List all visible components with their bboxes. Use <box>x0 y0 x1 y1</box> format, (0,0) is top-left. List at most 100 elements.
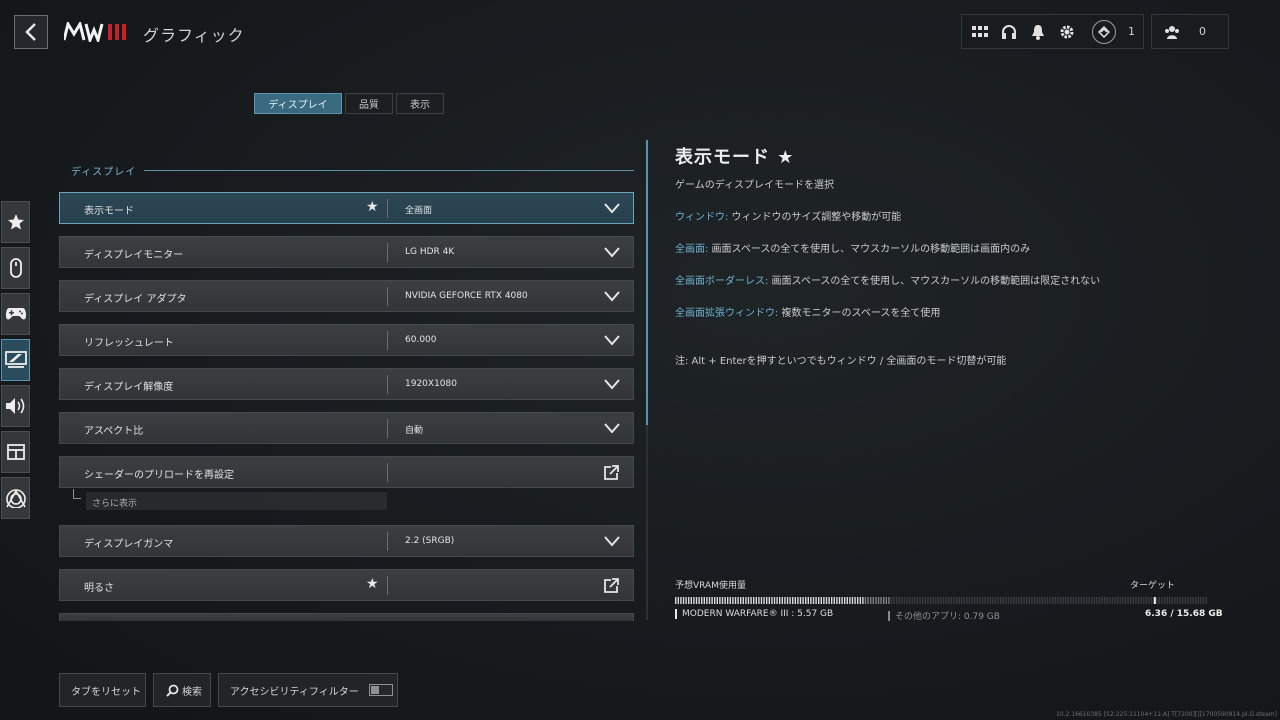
vram-bar-segment <box>981 597 984 604</box>
setting-label: リフレッシュレート <box>84 338 174 349</box>
show-more-link[interactable]: さらに表示 <box>70 489 387 512</box>
setting-display-adapter[interactable]: ディスプレイ アダプタ NVIDIA GEFORCE RTX 4080 <box>59 280 634 312</box>
vram-bar-segment <box>976 597 978 604</box>
rank-badge-icon[interactable] <box>1092 19 1116 44</box>
search-button[interactable]: 検索 <box>153 673 211 707</box>
row-separator <box>387 576 388 595</box>
vram-bar-segment <box>1117 597 1119 604</box>
rail-controller[interactable] <box>1 293 30 335</box>
external-link-icon <box>604 578 619 593</box>
vram-bar-segment <box>1109 597 1111 604</box>
vram-bar-segment <box>763 597 765 604</box>
rail-network[interactable] <box>1 477 30 519</box>
vram-bar-segment <box>1132 597 1134 604</box>
vram-bar-segment <box>802 597 804 604</box>
vram-bar-segment <box>922 597 924 604</box>
headset-icon[interactable] <box>997 20 1021 44</box>
friends-tray[interactable]: 0 <box>1151 14 1229 49</box>
vram-bar-segment <box>1137 597 1140 604</box>
setting-value: 自動 <box>405 426 424 436</box>
accessibility-label: アクセシビリティフィルター <box>230 686 359 698</box>
toggle-knob <box>370 686 379 694</box>
vram-bar-segment <box>818 597 820 604</box>
vram-bar-segment <box>919 597 921 604</box>
vram-bar-segment <box>1101 597 1103 604</box>
vram-bar-segment <box>1161 597 1163 604</box>
vram-bar-segment <box>1114 597 1116 604</box>
vram-bar-segment <box>950 597 952 604</box>
vram-bar-segment <box>1010 597 1012 604</box>
vram-bar-segment <box>755 597 757 604</box>
vram-bar-segment <box>1049 597 1051 604</box>
vram-bar-segment <box>1127 597 1129 604</box>
vram-bar-segment <box>768 597 770 604</box>
tab-display[interactable]: ディスプレイ <box>254 93 342 114</box>
vram-bar-segment <box>1031 597 1033 604</box>
rail-favorites[interactable] <box>1 201 30 243</box>
row-separator <box>387 419 388 438</box>
vram-bar-segment <box>1070 597 1072 604</box>
vram-bar-segment <box>870 597 872 604</box>
vram-bar-segment <box>1028 597 1030 604</box>
rail-graphics[interactable] <box>1 339 30 381</box>
detail-key: 全画面拡張ウィンドウ: <box>675 308 779 319</box>
scrollbar-thumb[interactable] <box>646 140 648 425</box>
friends-count: 0 <box>1199 25 1206 38</box>
vram-target-marker <box>1153 597 1156 604</box>
legend-tick <box>675 609 677 619</box>
settings-gear-icon[interactable] <box>1055 20 1079 44</box>
vram-label: 予想VRAM使用量 <box>675 581 746 591</box>
row-separator <box>387 331 388 350</box>
vram-bar-segment <box>1007 597 1010 604</box>
vram-bar-segment <box>750 597 752 604</box>
detail-key: 全画面: <box>675 244 709 255</box>
vram-bar-segment <box>734 597 737 604</box>
version-string: 10.2.16610385 [S2:225:11104+11:A] T[7200… <box>1056 711 1277 718</box>
back-button[interactable] <box>14 15 48 49</box>
reset-tab-button[interactable]: タブをリセット <box>59 673 146 707</box>
vram-bar-segment <box>914 597 916 604</box>
rail-mouse[interactable] <box>1 247 30 289</box>
rail-interface[interactable] <box>1 431 30 473</box>
vram-bar-segment <box>1184 597 1186 604</box>
favorite-star-icon[interactable]: ★ <box>366 576 379 592</box>
tab-view[interactable]: 表示 <box>396 93 444 114</box>
accessibility-filter-button[interactable]: アクセシビリティフィルター <box>218 673 398 707</box>
row-separator <box>387 287 388 306</box>
tab-quality[interactable]: 品質 <box>345 93 393 114</box>
grid-menu-icon[interactable] <box>968 20 992 44</box>
vram-bar-segment <box>1122 597 1124 604</box>
vram-bar-segment <box>927 597 929 604</box>
vram-bar-segment <box>864 597 867 604</box>
vram-bar-segment <box>706 597 708 604</box>
vram-bar-segment <box>703 597 705 604</box>
setting-display-monitor[interactable]: ディスプレイモニター LG HDR 4K <box>59 236 634 268</box>
vram-bar-segment <box>1176 597 1179 604</box>
detail-item-extended: 全画面拡張ウィンドウ: 複数モニターのスペースを全て使用 <box>675 304 940 319</box>
setting-label: ディスプレイ アダプタ <box>84 294 187 305</box>
vram-bar-segment <box>1143 597 1145 604</box>
setting-label: ディスプレイモニター <box>84 250 184 261</box>
vram-bar-segment <box>1179 597 1181 604</box>
row-separator <box>387 532 388 551</box>
vram-bar-segment <box>1166 597 1168 604</box>
setting-brightness[interactable]: 明るさ ★ <box>59 569 634 601</box>
setting-display-resolution[interactable]: ディスプレイ解像度 1920X1080 <box>59 368 634 400</box>
setting-display-mode[interactable]: 表示モード ★ 全画面 <box>59 192 634 224</box>
vram-bar-segment <box>929 597 932 604</box>
setting-display-gamma[interactable]: ディスプレイガンマ 2.2 (SRGB) <box>59 525 634 557</box>
accessibility-toggle[interactable] <box>368 684 393 696</box>
vram-bar-segment <box>779 597 781 604</box>
detail-item-windowed: ウィンドウ: ウィンドウのサイズ調整や移動が可能 <box>675 208 901 223</box>
favorite-star-icon[interactable]: ★ <box>366 199 379 215</box>
vram-bar-segment <box>695 597 698 604</box>
friends-icon <box>1160 20 1184 44</box>
notification-bell-icon[interactable] <box>1026 20 1050 44</box>
vram-bar-segment <box>948 597 950 604</box>
rail-audio[interactable] <box>1 385 30 427</box>
setting-aspect-ratio[interactable]: アスペクト比 自動 <box>59 412 634 444</box>
vram-bar-segment <box>909 597 911 604</box>
setting-refresh-rate[interactable]: リフレッシュレート 60.000 <box>59 324 634 356</box>
setting-reset-shader-preload[interactable]: シェーダーのプリロードを再設定 <box>59 456 634 488</box>
vram-bar-segment <box>708 597 711 604</box>
